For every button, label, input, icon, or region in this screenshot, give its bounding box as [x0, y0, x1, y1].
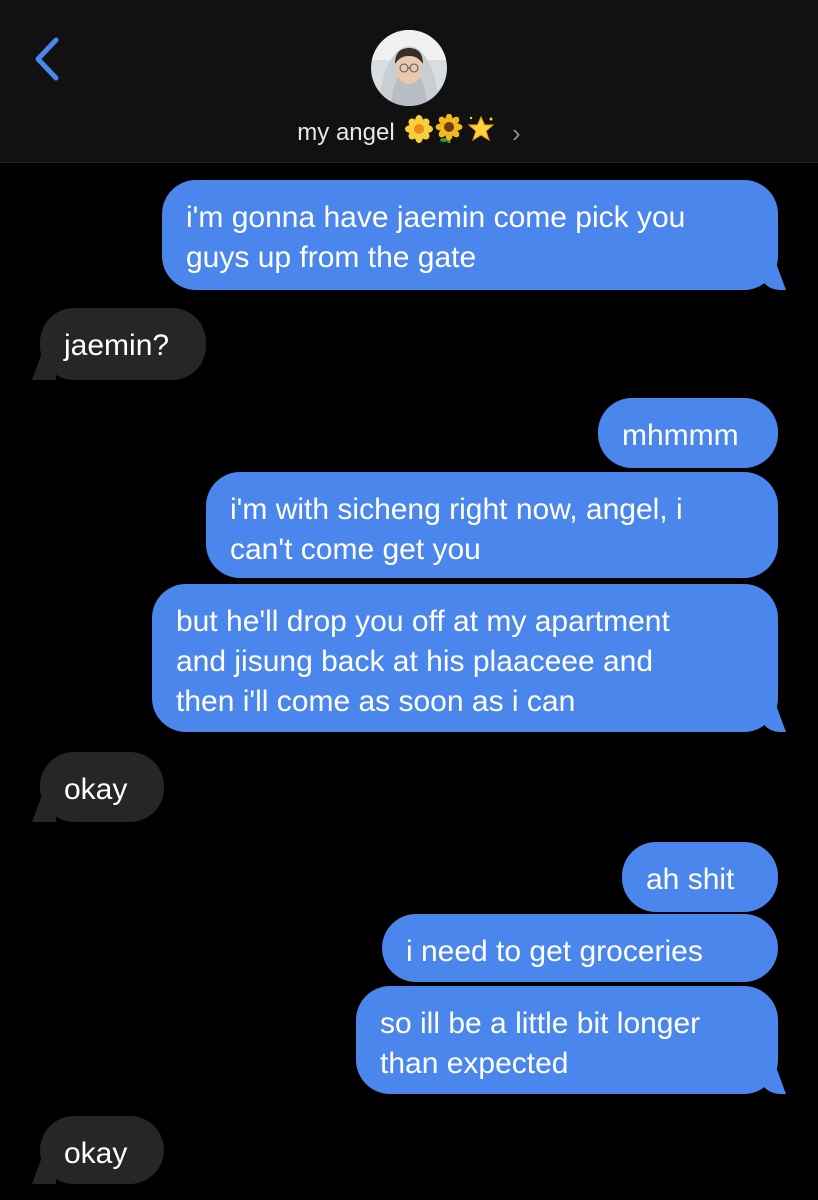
- message-bubble-received[interactable]: jaemin?: [40, 308, 206, 380]
- conversation-header: my angel ›: [0, 0, 818, 163]
- message-line: so ill be a little bit longer: [380, 1007, 701, 1040]
- message-line: i'm with sicheng right now, angel, i: [230, 493, 683, 526]
- avatar-photo: [371, 30, 447, 106]
- message-bubble-sent[interactable]: i need to get groceries: [382, 914, 778, 982]
- message-line: mhmmm: [622, 419, 739, 452]
- message-bubble-sent[interactable]: but he'll drop you off at my apartment a…: [152, 584, 778, 732]
- message-line: then i'll come as soon as i can: [176, 685, 576, 718]
- message-bubble-sent[interactable]: i'm gonna have jaemin come pick you guys…: [162, 180, 778, 290]
- message-line: okay: [64, 1137, 128, 1170]
- flower-sunflower-star-emoji-icon: [405, 113, 495, 143]
- message-line: guys up from the gate: [186, 241, 477, 274]
- contact-avatar[interactable]: [371, 30, 447, 106]
- back-button[interactable]: [30, 36, 64, 82]
- message-bubble-sent[interactable]: ah shit: [622, 842, 778, 912]
- message-bubble-sent[interactable]: i'm with sicheng right now, angel, i can…: [206, 472, 778, 578]
- message-line: can't come get you: [230, 533, 481, 566]
- message-bubble-received[interactable]: okay: [40, 1116, 164, 1184]
- message-line: okay: [64, 773, 128, 806]
- message-bubble-received[interactable]: okay: [40, 752, 164, 822]
- message-bubble-sent[interactable]: mhmmm: [598, 398, 778, 468]
- message-line: jaemin?: [64, 329, 170, 362]
- message-line: than expected: [380, 1047, 569, 1080]
- message-line: ah shit: [646, 863, 735, 896]
- message-bubble-sent[interactable]: so ill be a little bit longer than expec…: [356, 986, 778, 1094]
- contact-name-button[interactable]: my angel ›: [0, 113, 818, 152]
- message-line: and jisung back at his plaaceee and: [176, 645, 654, 678]
- contact-name: my angel: [297, 119, 395, 146]
- chevron-right-icon: ›: [512, 118, 521, 148]
- contact-emoji: [405, 113, 497, 152]
- message-line: but he'll drop you off at my apartment: [176, 605, 670, 638]
- message-line: i'm gonna have jaemin come pick you: [186, 201, 686, 234]
- message-line: i need to get groceries: [406, 935, 703, 968]
- chevron-left-icon: [35, 37, 59, 81]
